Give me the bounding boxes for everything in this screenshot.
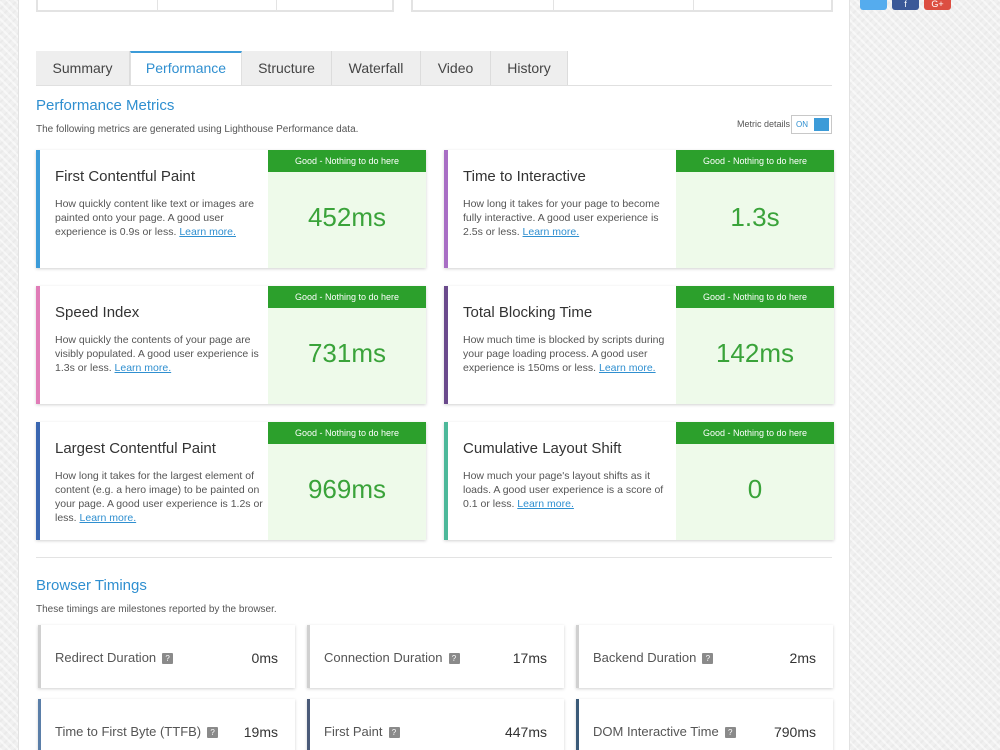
metric-description: How quickly content like text or images … (55, 198, 255, 238)
learn-more-link[interactable]: Learn more. (115, 362, 172, 374)
metric-description: How much your page's layout shifts as it… (463, 470, 664, 510)
tab-structure[interactable]: Structure (242, 51, 332, 86)
top-summary-box-right (411, 0, 833, 12)
metric-title: Largest Contentful Paint (55, 440, 216, 457)
status-badge: Good - Nothing to do here (268, 286, 426, 308)
metric-description: How much time is blocked by scripts duri… (463, 334, 665, 374)
metric-card-lcp: Largest Contentful Paint How long it tak… (36, 422, 426, 540)
metric-title: Total Blocking Time (463, 304, 593, 321)
status-badge: Good - Nothing to do here (676, 422, 834, 444)
top-summary-box-left (36, 0, 394, 12)
help-icon[interactable]: ? (162, 653, 174, 664)
facebook-share-icon[interactable]: f (892, 0, 919, 10)
report-tabs: Summary Performance Structure Waterfall … (36, 51, 568, 86)
tab-summary[interactable]: Summary (36, 51, 130, 86)
metric-description: How long it takes for your page to becom… (463, 198, 660, 238)
metric-title: First Contentful Paint (55, 168, 196, 185)
learn-more-link[interactable]: Learn more. (517, 498, 574, 510)
metric-description: How quickly the contents of your page ar… (55, 334, 259, 374)
metric-card-tbt: Total Blocking Time How much time is blo… (444, 286, 834, 404)
tab-video[interactable]: Video (421, 51, 491, 86)
learn-more-link[interactable]: Learn more. (179, 226, 236, 238)
timing-value: 447ms (504, 724, 547, 740)
performance-metrics-description: The following metrics are generated usin… (36, 124, 359, 135)
metric-value: 969ms (307, 474, 387, 504)
timing-card-first-paint: First Paint? 447ms (307, 699, 564, 750)
timing-label: DOM Interactive Time? (593, 724, 736, 739)
timing-card-redirect: Redirect Duration? 0ms (38, 625, 295, 688)
timing-card-ttfb: Time to First Byte (TTFB)? 19ms (38, 699, 295, 750)
tab-history[interactable]: History (491, 51, 568, 86)
browser-timings-description: These timings are milestones reported by… (36, 604, 277, 615)
help-icon[interactable]: ? (724, 727, 736, 738)
learn-more-link[interactable]: Learn more. (80, 512, 137, 524)
tab-waterfall[interactable]: Waterfall (332, 51, 421, 86)
timing-value: 17ms (512, 650, 547, 666)
google-plus-share-icon[interactable]: G+ (924, 0, 951, 10)
timing-label: First Paint? (324, 724, 400, 739)
metric-value: 731ms (307, 338, 387, 368)
timing-label: Connection Duration? (324, 650, 460, 665)
performance-metrics-title: Performance Metrics (36, 97, 175, 114)
timing-value: 2ms (789, 650, 816, 666)
metric-value: 142ms (715, 338, 795, 368)
tabs-divider (36, 85, 832, 86)
status-badge: Good - Nothing to do here (676, 150, 834, 172)
metric-description: How long it takes for the largest elemen… (55, 470, 263, 524)
metric-title: Speed Index (55, 304, 140, 321)
metric-title: Time to Interactive (463, 168, 586, 185)
toggle-knob (814, 118, 829, 131)
help-icon[interactable]: ? (207, 727, 219, 738)
learn-more-link[interactable]: Learn more. (599, 362, 656, 374)
metric-card-cls: Cumulative Layout Shift How much your pa… (444, 422, 834, 540)
timing-card-backend: Backend Duration? 2ms (576, 625, 833, 688)
timing-value: 19ms (243, 724, 278, 740)
metric-card-speed-index: Speed Index How quickly the contents of … (36, 286, 426, 404)
learn-more-link[interactable]: Learn more. (523, 226, 580, 238)
metric-title: Cumulative Layout Shift (463, 440, 622, 457)
timing-label: Backend Duration? (593, 650, 714, 665)
status-badge: Good - Nothing to do here (268, 150, 426, 172)
metric-details-toggle[interactable]: ON (791, 115, 832, 134)
page-content: Summary Performance Structure Waterfall … (18, 0, 850, 750)
timing-label: Redirect Duration? (55, 650, 174, 665)
timing-value: 790ms (773, 724, 816, 740)
help-icon[interactable]: ? (448, 653, 460, 664)
metric-details-label: Metric details (737, 119, 791, 129)
timing-value: 0ms (251, 650, 278, 666)
twitter-share-icon[interactable] (860, 0, 887, 10)
status-badge: Good - Nothing to do here (268, 422, 426, 444)
metric-value: 1.3s (730, 202, 780, 232)
browser-timings-title: Browser Timings (36, 577, 147, 594)
toggle-state-label: ON (796, 120, 808, 129)
help-icon[interactable]: ? (388, 727, 400, 738)
help-icon[interactable]: ? (702, 653, 714, 664)
timing-card-dom-interactive: DOM Interactive Time? 790ms (576, 699, 833, 750)
section-divider (36, 557, 832, 558)
metric-value: 0 (747, 474, 763, 504)
status-badge: Good - Nothing to do here (676, 286, 834, 308)
timing-label: Time to First Byte (TTFB)? (55, 724, 219, 739)
metric-value: 452ms (307, 202, 387, 232)
tab-performance[interactable]: Performance (130, 51, 242, 86)
metric-card-tti: Time to Interactive How long it takes fo… (444, 150, 834, 268)
timing-card-connection: Connection Duration? 17ms (307, 625, 564, 688)
metric-card-fcp: First Contentful Paint How quickly conte… (36, 150, 426, 268)
